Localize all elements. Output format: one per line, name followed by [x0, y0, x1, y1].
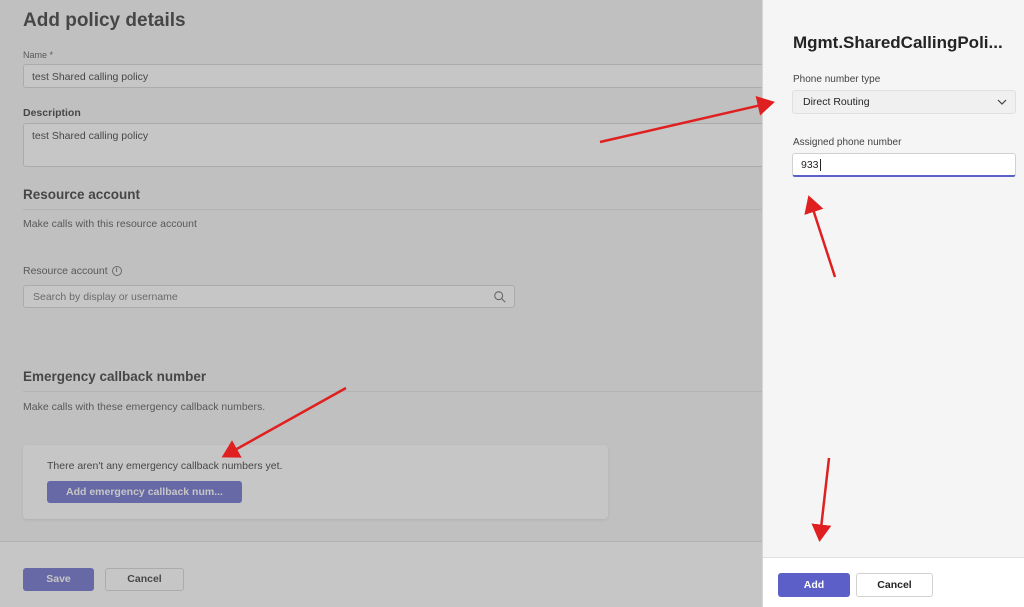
- phone-type-value: Direct Routing: [803, 96, 870, 108]
- text-caret: [819, 159, 821, 172]
- panel-title: Mgmt.SharedCallingPoli...: [793, 33, 1003, 52]
- assigned-number-input[interactable]: 933: [792, 153, 1016, 177]
- phone-type-select[interactable]: Direct Routing: [792, 90, 1016, 114]
- chevron-down-icon: [997, 99, 1007, 105]
- modal-overlay[interactable]: [0, 0, 762, 607]
- phone-type-label: Phone number type: [793, 74, 881, 85]
- panel-footer: Add Cancel: [763, 557, 1024, 607]
- side-panel: Mgmt.SharedCallingPoli... Phone number t…: [762, 0, 1024, 607]
- panel-cancel-button[interactable]: Cancel: [856, 573, 933, 597]
- assigned-number-label: Assigned phone number: [793, 137, 902, 148]
- add-button[interactable]: Add: [778, 573, 850, 597]
- assigned-number-value: 933: [801, 159, 819, 171]
